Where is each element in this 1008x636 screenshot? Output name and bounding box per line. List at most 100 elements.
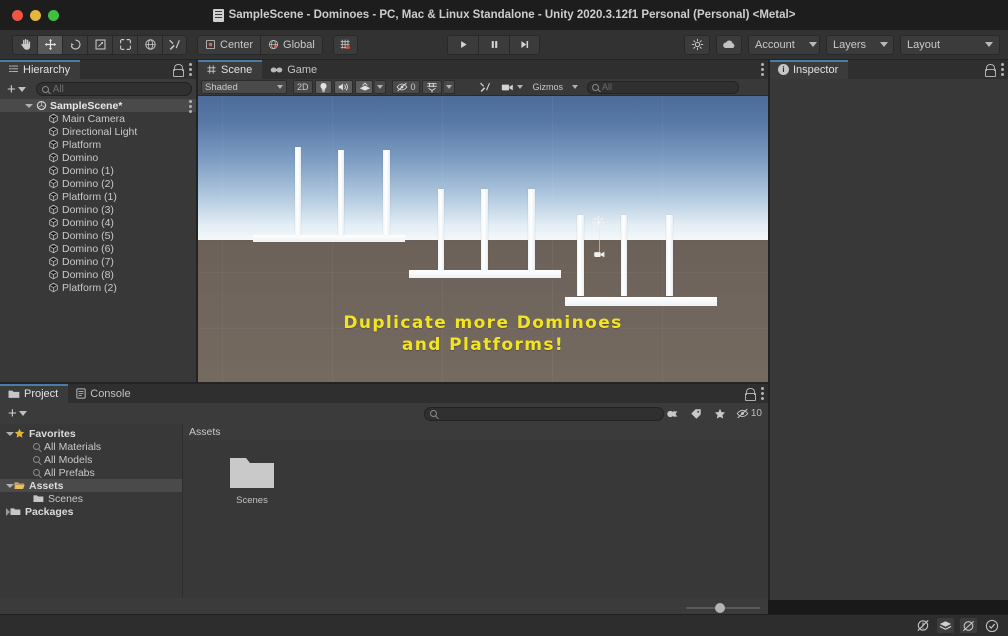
filter-by-type-icon[interactable] (664, 406, 681, 421)
hierarchy-item[interactable]: Domino (6) (0, 242, 196, 255)
pause-button[interactable] (478, 34, 509, 55)
transform-tool-button[interactable] (137, 34, 162, 55)
hierarchy-item[interactable]: Domino (8) (0, 268, 196, 281)
scene-platform[interactable] (409, 270, 561, 278)
gizmos-dropdown[interactable] (569, 80, 582, 94)
toggle-2d-button[interactable]: 2D (293, 80, 313, 94)
expand-triangle-icon[interactable] (6, 431, 14, 436)
hierarchy-item[interactable]: Domino (0, 151, 196, 164)
panel-menu-icon[interactable] (189, 63, 192, 76)
tab-hierarchy[interactable]: Hierarchy (0, 60, 81, 79)
hierarchy-item[interactable]: Domino (3) (0, 203, 196, 216)
maximize-window-button[interactable] (48, 9, 59, 21)
project-asset-grid[interactable]: Assets Scenes (182, 424, 768, 598)
layout-dropdown[interactable]: Layout (900, 34, 1000, 55)
rect-tool-button[interactable] (112, 34, 137, 55)
scene-camera-button[interactable] (496, 80, 527, 94)
favorites-star-icon[interactable] (712, 406, 729, 421)
warning-layers-icon[interactable] (937, 618, 954, 633)
play-button[interactable] (447, 34, 478, 55)
scene-platform[interactable] (253, 235, 405, 242)
toggle-fx-button[interactable] (354, 80, 373, 94)
scene-domino[interactable] (528, 189, 535, 270)
directional-light-gizmo[interactable] (592, 216, 605, 229)
lock-icon[interactable] (985, 64, 996, 77)
toggle-scene-lighting-button[interactable] (314, 80, 332, 94)
scene-domino[interactable] (577, 215, 584, 296)
scene-domino[interactable] (666, 215, 673, 296)
scene-domino[interactable] (438, 189, 444, 270)
project-tree-item[interactable]: All Prefabs (0, 466, 182, 479)
hand-tool-button[interactable] (12, 34, 37, 55)
hierarchy-search-input[interactable]: All (35, 82, 192, 96)
hidden-packages-toggle[interactable]: 10 (736, 406, 762, 421)
project-search-input[interactable] (424, 406, 664, 421)
slider-knob[interactable] (715, 602, 726, 613)
lock-icon[interactable] (173, 64, 184, 77)
minimize-window-button[interactable] (30, 9, 41, 21)
main-camera-gizmo[interactable] (593, 249, 606, 260)
hierarchy-item[interactable]: Domino (7) (0, 255, 196, 268)
lock-icon[interactable] (745, 388, 756, 401)
scene-domino[interactable] (295, 147, 301, 235)
fx-dropdown[interactable] (374, 80, 386, 94)
gizmos-button[interactable]: Gizmos (528, 80, 568, 94)
project-tree-item[interactable]: Assets (0, 479, 182, 492)
expand-triangle-icon[interactable] (6, 483, 14, 488)
asset-item-scenes[interactable]: Scenes (213, 454, 291, 506)
panel-menu-icon[interactable] (761, 63, 764, 76)
scene-domino[interactable] (338, 150, 344, 235)
rotate-tool-button[interactable] (62, 34, 87, 55)
status-ok-icon[interactable] (983, 618, 1000, 633)
scene-platform[interactable] (565, 297, 717, 306)
scene-search-input[interactable]: All (587, 80, 740, 94)
tab-project[interactable]: Project (0, 384, 69, 403)
hierarchy-scene-row[interactable]: SampleScene* (0, 99, 196, 113)
draw-mode-dropdown[interactable]: Shaded (201, 80, 287, 94)
tab-console[interactable]: Console (68, 384, 141, 403)
scale-tool-button[interactable] (87, 34, 112, 55)
scene-domino[interactable] (621, 215, 627, 296)
grid-visibility-button[interactable] (421, 80, 442, 94)
hierarchy-item[interactable]: Domino (4) (0, 216, 196, 229)
hierarchy-item[interactable]: Platform (2) (0, 281, 196, 294)
scene-domino[interactable] (481, 189, 488, 270)
project-tree-item[interactable]: Scenes (0, 492, 182, 505)
add-gameobject-button[interactable]: + (4, 82, 29, 97)
project-tree-item[interactable]: All Models (0, 453, 182, 466)
grid-dropdown[interactable] (443, 80, 455, 94)
scene-menu-icon[interactable] (189, 100, 192, 113)
layers-dropdown[interactable]: Layers (826, 34, 894, 55)
hierarchy-item[interactable]: Domino (1) (0, 164, 196, 177)
tab-scene[interactable]: Scene (198, 60, 263, 79)
hierarchy-item[interactable]: Main Camera (0, 112, 196, 125)
custom-editor-tool-button[interactable] (162, 34, 187, 55)
filter-by-label-icon[interactable] (688, 406, 705, 421)
window-controls[interactable] (12, 9, 59, 21)
panel-menu-icon[interactable] (1001, 63, 1004, 76)
toggle-audio-button[interactable] (333, 80, 353, 94)
hierarchy-item[interactable]: Platform (1) (0, 190, 196, 203)
tab-game[interactable]: Game (262, 60, 328, 79)
tab-inspector[interactable]: i Inspector (770, 60, 849, 79)
cloud-icon[interactable] (716, 34, 742, 55)
error-muted-icon[interactable] (914, 618, 931, 633)
services-icon[interactable] (684, 34, 710, 55)
account-dropdown[interactable]: Account (748, 34, 820, 55)
hierarchy-item[interactable]: Platform (0, 138, 196, 151)
grid-snap-icon[interactable] (332, 34, 358, 55)
project-tree-item[interactable]: Packages (0, 505, 182, 518)
project-tree-item[interactable]: Favorites (0, 427, 182, 440)
panel-menu-icon[interactable] (761, 387, 764, 400)
slider-track[interactable] (686, 602, 760, 613)
close-window-button[interactable] (12, 9, 23, 21)
expand-triangle-icon[interactable] (24, 103, 33, 108)
project-tree-item[interactable]: All Materials (0, 440, 182, 453)
pivot-mode-button[interactable]: Center (197, 34, 261, 55)
hidden-objects-button[interactable]: 0 (391, 80, 420, 94)
hierarchy-item[interactable]: Domino (2) (0, 177, 196, 190)
scene-viewport[interactable]: Duplicate more Dominoes and Platforms! (198, 96, 768, 382)
pivot-rotation-button[interactable]: Global (260, 34, 323, 55)
hierarchy-item[interactable]: Directional Light (0, 125, 196, 138)
move-tool-button[interactable] (37, 34, 62, 55)
